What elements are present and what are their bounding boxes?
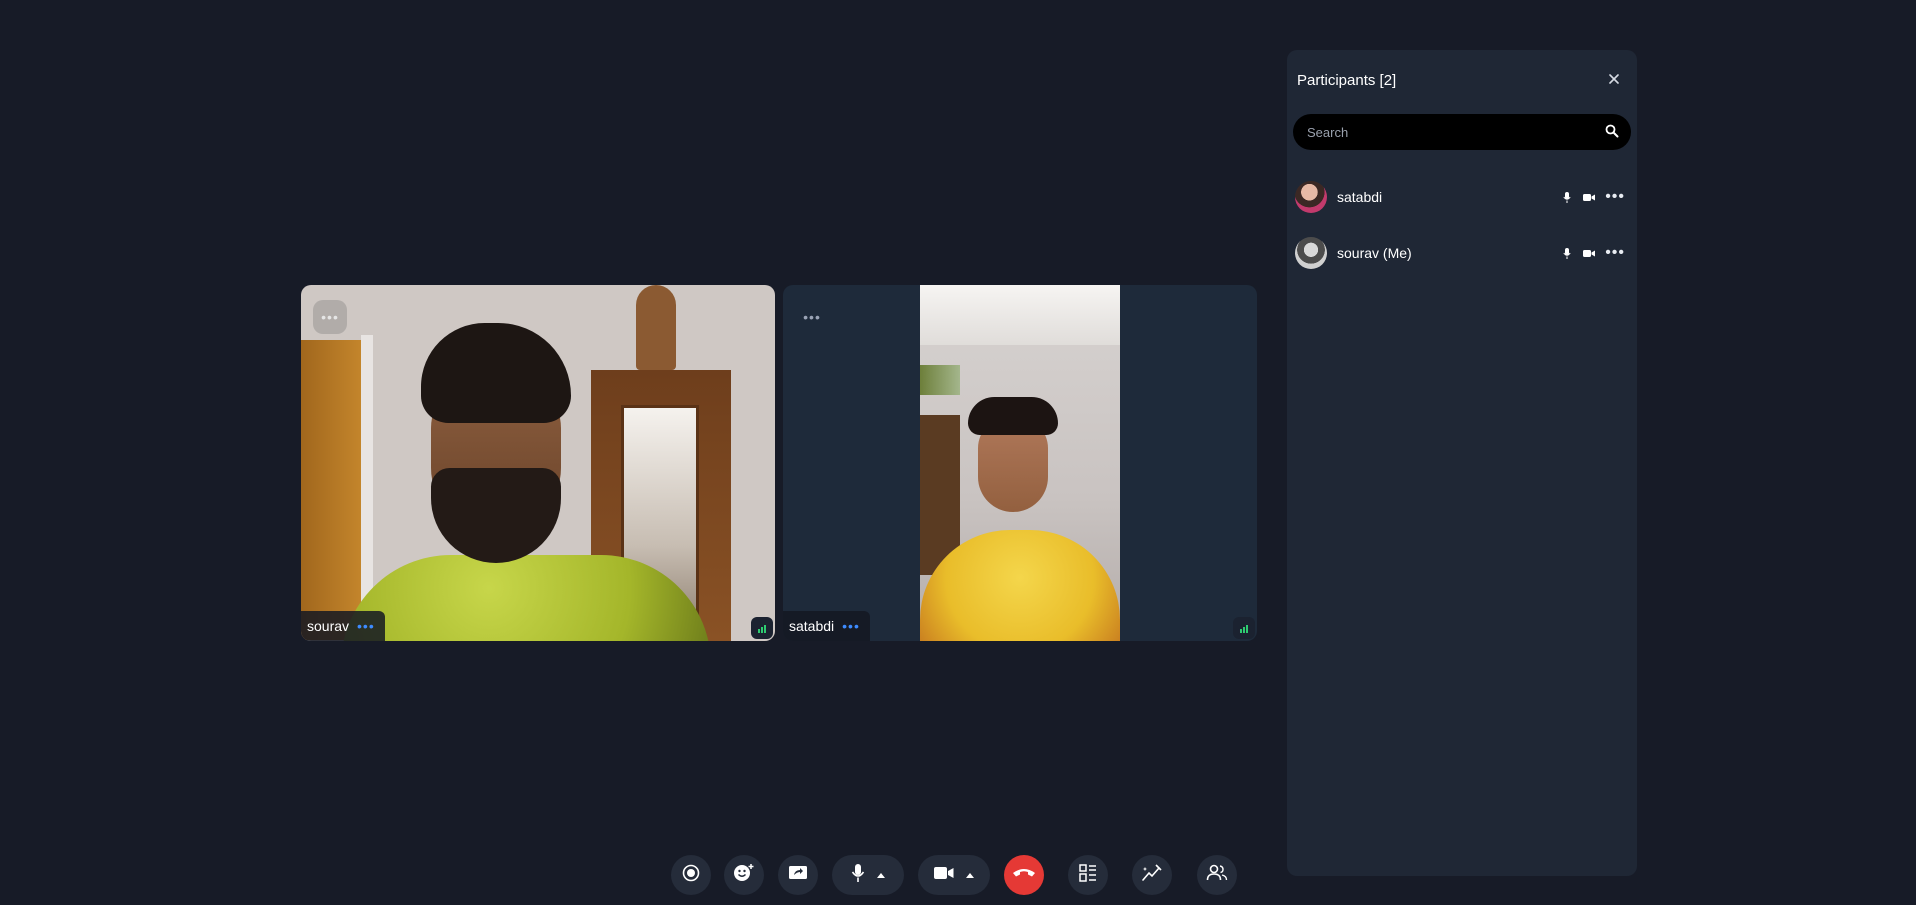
- more-options-icon[interactable]: •••: [1605, 189, 1625, 205]
- close-icon[interactable]: [1603, 68, 1625, 90]
- video-feed: [920, 285, 1120, 641]
- tile-menu-icon[interactable]: •••: [357, 619, 375, 633]
- record-icon: [682, 864, 700, 887]
- tile-name-label: satabdi •••: [783, 611, 870, 641]
- camera-icon: [1583, 191, 1596, 203]
- tile-more-options-button[interactable]: •••: [313, 300, 347, 334]
- whiteboard-button[interactable]: [1132, 855, 1172, 895]
- layout-icon: [1079, 863, 1097, 887]
- avatar: [1295, 181, 1327, 213]
- tile-more-options-button[interactable]: •••: [795, 300, 829, 334]
- participants-button[interactable]: [1197, 855, 1237, 895]
- reactions-button[interactable]: [724, 855, 764, 895]
- tile-menu-icon[interactable]: •••: [842, 619, 860, 633]
- layout-button[interactable]: [1068, 855, 1108, 895]
- signal-strength-icon: [1233, 617, 1255, 639]
- meeting-stage: ••• sourav ••• ••• satabdi ••• Participa…: [0, 0, 1916, 905]
- camera-toggle-button[interactable]: [918, 855, 990, 895]
- end-call-button[interactable]: [1004, 855, 1044, 895]
- hang-up-icon: [1012, 866, 1036, 884]
- microphone-icon: [1561, 191, 1573, 203]
- participant-name: satabdi: [1337, 189, 1383, 205]
- more-options-icon[interactable]: •••: [1605, 245, 1625, 261]
- camera-icon: [1583, 247, 1596, 259]
- participant-name: sourav: [307, 618, 350, 634]
- participants-icon: [1206, 864, 1228, 887]
- search-icon[interactable]: [1605, 124, 1619, 138]
- video-feed: [301, 285, 775, 641]
- camera-icon: [934, 866, 954, 885]
- tile-name-label: sourav •••: [301, 611, 385, 641]
- participant-name: sourav (Me): [1337, 245, 1412, 261]
- share-screen-icon: [788, 865, 808, 886]
- microphone-icon: [1561, 247, 1573, 259]
- video-tile-sourav[interactable]: ••• sourav •••: [301, 285, 775, 641]
- share-screen-button[interactable]: [778, 855, 818, 895]
- search-input[interactable]: [1293, 114, 1631, 150]
- search-field[interactable]: [1293, 114, 1631, 150]
- record-button[interactable]: [671, 855, 711, 895]
- microphone-toggle-button[interactable]: [832, 855, 904, 895]
- emoji-icon: [733, 863, 755, 888]
- panel-title: Participants [2]: [1297, 72, 1397, 89]
- meeting-controls: [0, 855, 1916, 895]
- participants-panel: Participants [2] satabdi •••: [1287, 50, 1637, 876]
- signal-strength-icon: [751, 617, 773, 639]
- participant-row-sourav[interactable]: sourav (Me) •••: [1295, 233, 1629, 273]
- microphone-icon: [851, 863, 865, 888]
- participant-row-satabdi[interactable]: satabdi •••: [1295, 177, 1629, 217]
- video-tile-satabdi[interactable]: ••• satabdi •••: [783, 285, 1257, 641]
- avatar: [1295, 237, 1327, 269]
- chevron-up-icon[interactable]: [877, 872, 885, 878]
- participant-name: satabdi: [789, 618, 835, 634]
- whiteboard-icon: [1142, 863, 1162, 887]
- chevron-up-icon[interactable]: [966, 872, 974, 878]
